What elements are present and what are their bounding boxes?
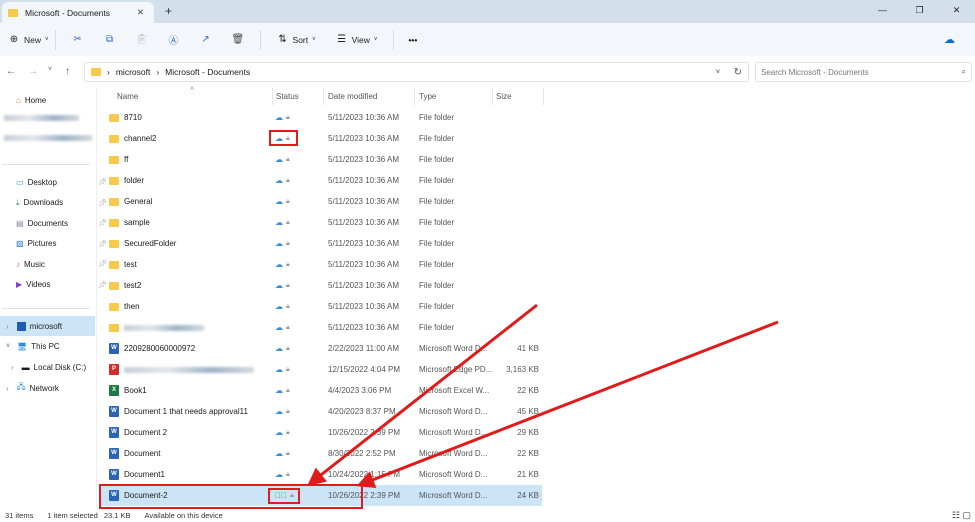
- annotation-arrow: [307, 303, 538, 486]
- annotation-arrow: [356, 320, 779, 489]
- annotation-arrows: [307, 303, 779, 489]
